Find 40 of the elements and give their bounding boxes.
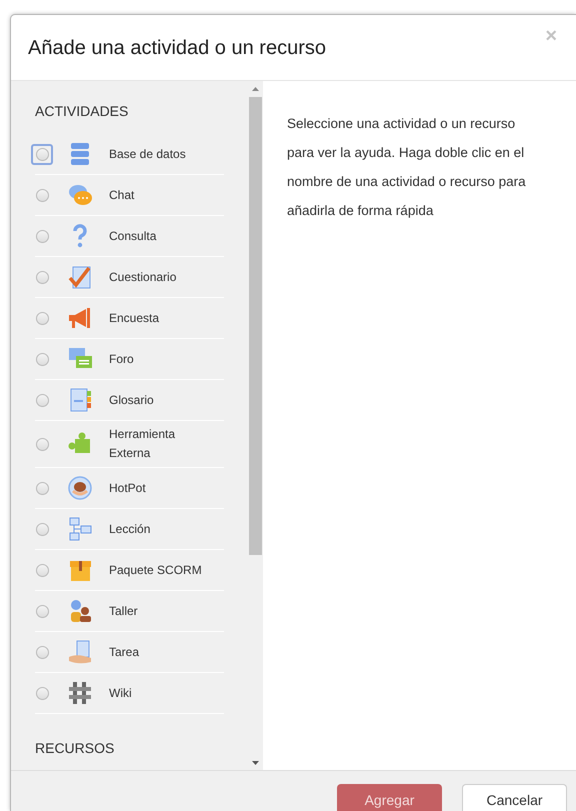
item-label[interactable]: Chat <box>109 186 214 204</box>
checked-document-icon <box>67 264 93 290</box>
dialog-title: Añade una actividad o un recurso <box>28 36 326 60</box>
item-label[interactable]: Encuesta <box>109 308 214 328</box>
radio-button[interactable] <box>36 686 49 700</box>
flowchart-icon <box>67 516 93 542</box>
radio-button[interactable] <box>36 394 49 406</box>
item-label[interactable]: Glosario <box>109 390 214 410</box>
item-label[interactable]: Taller <box>109 602 214 620</box>
item-label[interactable]: Base de datos <box>109 144 214 164</box>
item-label[interactable]: Lección <box>109 520 214 538</box>
item-label[interactable]: Consulta <box>109 226 214 246</box>
item-label[interactable]: Wiki <box>109 684 214 702</box>
item-label[interactable]: Herramienta Externa <box>109 425 214 463</box>
radio-button[interactable] <box>36 188 49 202</box>
item-label[interactable]: Cuestionario <box>109 268 214 286</box>
section-heading: RECURSOS <box>35 739 116 758</box>
megaphone-icon <box>67 305 93 331</box>
radio-button[interactable] <box>36 564 49 576</box>
section-heading: ACTIVIDADES <box>35 102 130 121</box>
help-text: Seleccione una actividad o un recurso para ver la ayuda. Haga doble clic en el nombre de una actividad o recurso para añadirla de forma rápida <box>287 115 527 220</box>
wiki-grid-icon <box>67 680 93 706</box>
item-label[interactable]: Foro <box>109 350 214 368</box>
radio-button[interactable] <box>36 230 49 242</box>
radio-button[interactable] <box>36 438 49 450</box>
radio-button[interactable] <box>36 270 49 284</box>
chat-bubbles-icon <box>67 182 93 208</box>
radio-button[interactable] <box>36 148 49 160</box>
radio-button[interactable] <box>36 352 49 366</box>
radio-button[interactable] <box>36 522 49 536</box>
cancel-button[interactable]: Cancelar <box>462 784 567 811</box>
radio-button[interactable] <box>36 604 49 618</box>
radio-button[interactable] <box>36 646 49 658</box>
item-label[interactable]: Tarea <box>109 642 214 662</box>
hand-document-icon <box>67 639 93 665</box>
item-label[interactable]: Paquete SCORM <box>109 560 214 580</box>
radio-button[interactable] <box>36 482 49 494</box>
hand-ball-icon <box>67 475 93 501</box>
radio-button[interactable] <box>36 312 49 324</box>
item-label[interactable]: HotPot <box>109 478 214 498</box>
